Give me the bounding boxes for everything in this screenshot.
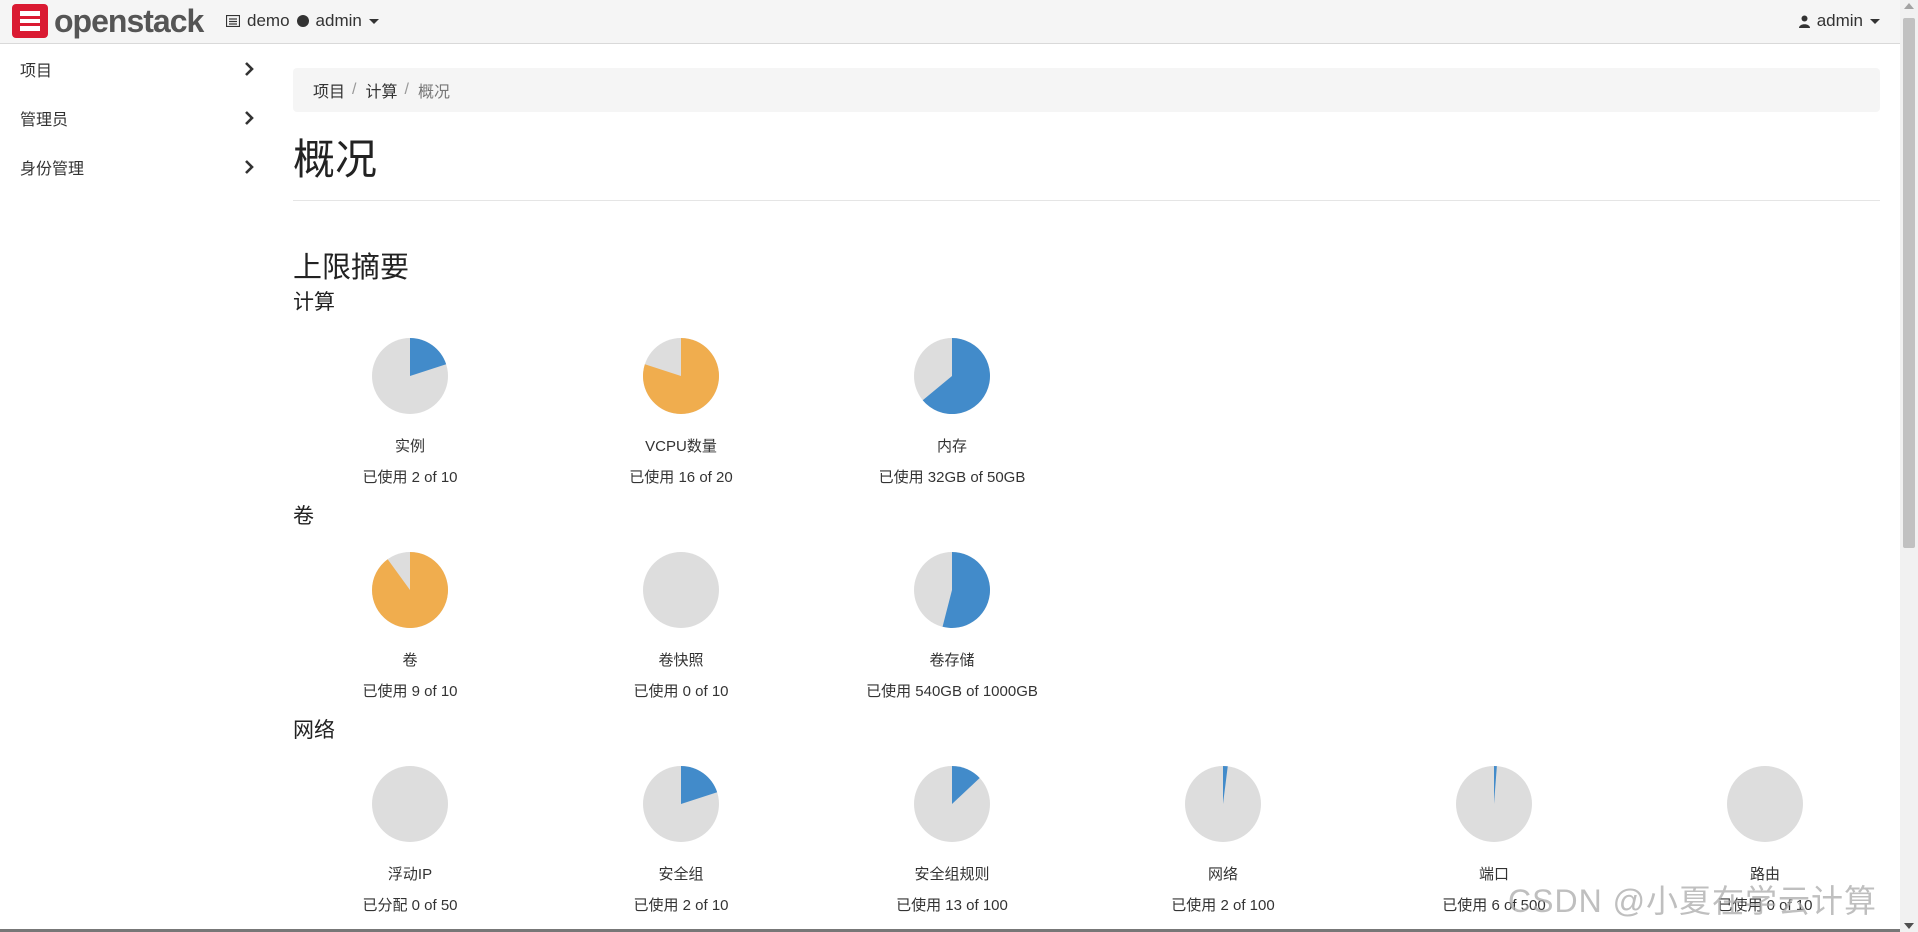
sidebar-item-project[interactable]: 项目 [0, 44, 270, 93]
quota-chart-security-groups: 安全组 已使用 2 of 10 [581, 757, 781, 915]
brand-logo[interactable]: openstack [12, 3, 204, 39]
project-user: admin [315, 11, 362, 30]
brand-name: openstack [54, 3, 204, 39]
separator-dot-icon [296, 15, 309, 27]
breadcrumb-separator: / [404, 81, 409, 98]
pie-chart [914, 552, 990, 628]
quota-usage: 已使用 32GB of 50GB [878, 469, 1026, 486]
user-name: admin [1816, 11, 1863, 30]
quota-chart-networks: 网络 已使用 2 of 100 [1123, 757, 1323, 915]
quota-usage: 已使用 0 of 10 [633, 683, 729, 700]
sidebar-item-label: 身份管理 [20, 160, 85, 178]
quota-label: 内存 [936, 438, 967, 455]
user-menu[interactable]: admin [1798, 11, 1880, 31]
caret-down-icon [1870, 18, 1880, 24]
quota-chart-volumes: 卷 已使用 9 of 10 [310, 543, 510, 701]
sidebar-item-identity[interactable]: 身份管理 [0, 142, 270, 191]
project-picker[interactable]: demo admin [226, 11, 379, 31]
sidebar: 项目 管理员 身份管理 [0, 44, 270, 191]
quota-label: 卷 [402, 652, 418, 669]
quota-chart-floating-ips: 浮动IP 已分配 0 of 50 [310, 757, 510, 915]
section-title: 上限摘要 [293, 252, 410, 284]
project-name: demo [247, 11, 290, 30]
breadcrumb-item-active: 概况 [417, 84, 450, 101]
quota-chart-ram: 内存 已使用 32GB of 50GB [852, 329, 1052, 487]
caret-down-icon [368, 18, 379, 24]
quota-usage: 已使用 16 of 20 [629, 469, 733, 486]
quota-label: 卷快照 [658, 652, 704, 669]
sidebar-item-admin[interactable]: 管理员 [0, 93, 270, 142]
breadcrumb-item[interactable]: 计算 [365, 78, 397, 102]
title-divider [293, 200, 1880, 201]
pie-chart [372, 766, 448, 842]
page-title: 概况 [293, 136, 378, 183]
pie-chart [914, 338, 990, 414]
pie-chart [643, 766, 719, 842]
quota-chart-vcpus: VCPU数量 已使用 16 of 20 [581, 329, 781, 487]
sidebar-item-label: 管理员 [20, 111, 69, 129]
quota-label: 浮动IP [387, 866, 433, 883]
quota-label: 卷存储 [929, 652, 975, 669]
quota-label: 实例 [394, 438, 425, 455]
quota-usage: 已使用 540GB of 1000GB [866, 683, 1038, 700]
quota-usage: 已使用 2 of 100 [1171, 897, 1275, 914]
pie-slice-free [643, 552, 719, 628]
openstack-logo-icon [12, 4, 48, 38]
breadcrumb-item[interactable]: 项目 [313, 78, 345, 102]
quota-chart-security-group-rules: 安全组规则 已使用 13 of 100 [852, 757, 1052, 915]
pie-chart [1185, 766, 1261, 842]
quota-usage: 已使用 2 of 10 [362, 469, 458, 486]
watermark: CSDN @小夏在学云计算 [1508, 883, 1878, 919]
pie-chart [1727, 766, 1803, 842]
top-navbar: openstack demo admin admin [0, 0, 1900, 44]
quota-usage: 已使用 2 of 10 [633, 897, 729, 914]
pie-chart [1456, 766, 1532, 842]
quota-label: 安全组规则 [914, 866, 990, 883]
pie-chart [643, 552, 719, 628]
chevron-right-icon [245, 159, 254, 174]
quota-chart-instances: 实例 已使用 2 of 10 [310, 329, 510, 487]
sidebar-item-label: 项目 [20, 62, 53, 80]
quota-label: 网络 [1207, 866, 1238, 883]
group-title-network: 网络 [293, 719, 335, 742]
group-title-compute: 计算 [293, 291, 335, 314]
chevron-right-icon [245, 110, 254, 125]
breadcrumb: 项目 / 计算 / 概况 [293, 68, 1880, 112]
quota-usage: 已分配 0 of 50 [362, 897, 458, 914]
quota-chart-volume-storage: 卷存储 已使用 540GB of 1000GB [852, 543, 1052, 701]
project-list-icon [226, 15, 240, 27]
user-icon [1798, 15, 1810, 28]
pie-chart [914, 766, 990, 842]
pie-slice-free [1727, 766, 1803, 842]
quota-label: VCPU数量 [645, 438, 717, 455]
scrollbar-thumb[interactable] [1903, 18, 1915, 548]
quota-label: 安全组 [658, 866, 704, 883]
chevron-right-icon [245, 61, 254, 76]
pie-chart [643, 338, 719, 414]
quota-chart-volume-snapshots: 卷快照 已使用 0 of 10 [581, 543, 781, 701]
breadcrumb-separator: / [352, 81, 357, 98]
scrollbar[interactable] [1900, 0, 1918, 932]
quota-usage: 已使用 9 of 10 [362, 683, 458, 700]
pie-slice-used [372, 552, 448, 628]
group-title-volume: 卷 [293, 505, 314, 528]
pie-chart [372, 338, 448, 414]
pie-chart [372, 552, 448, 628]
quota-usage: 已使用 13 of 100 [896, 897, 1008, 914]
scroll-up-arrow-icon[interactable] [1904, 3, 1914, 9]
pie-slice-free [372, 766, 448, 842]
scroll-down-arrow-icon[interactable] [1904, 923, 1914, 929]
